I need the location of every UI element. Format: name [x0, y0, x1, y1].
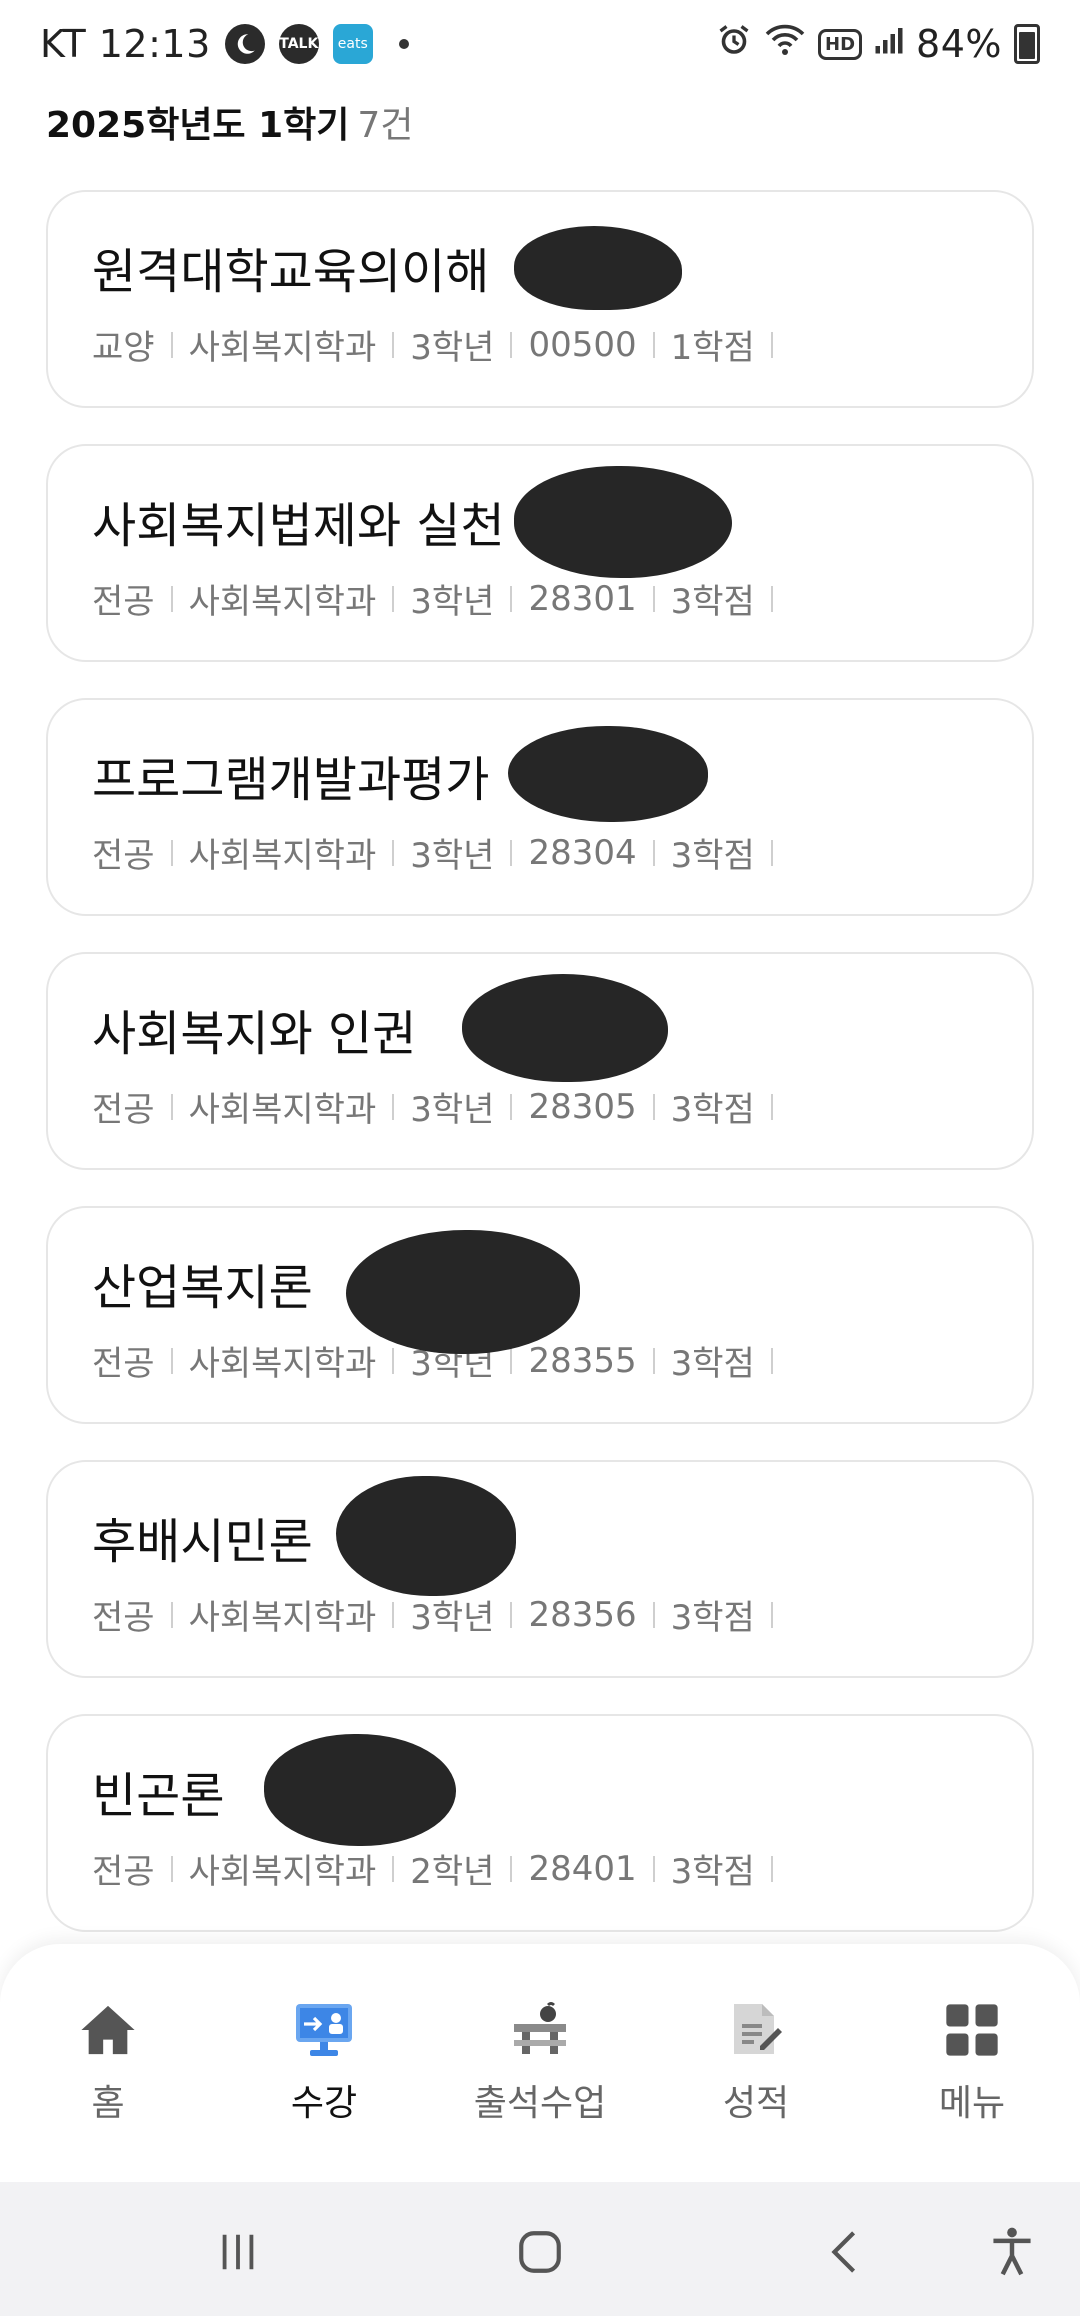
home-button-icon[interactable] [500, 2212, 580, 2292]
course-meta: 교양 사회복지학과 3학년 00500 1학점 [92, 320, 789, 369]
nav-lecture[interactable]: 수강 [224, 1944, 424, 2126]
course-list: 원격대학교육의이해 교양 사회복지학과 3학년 00500 1학점 사회복지법제… [46, 190, 1034, 1968]
course-credits: 3학점 [670, 1852, 755, 1892]
course-code: 28304 [528, 832, 637, 873]
course-year: 3학년 [410, 1090, 495, 1130]
hd-voice-icon: HD [818, 28, 863, 60]
grade-document-icon [726, 2000, 786, 2060]
course-title: 후배시민론 [92, 1514, 313, 1570]
eats-icon: eats [332, 24, 373, 64]
redaction-mark [264, 1734, 456, 1846]
course-card[interactable]: 사회복지와 인권 전공 사회복지학과 3학년 28305 3학점 [46, 952, 1034, 1170]
nav-home-label: 홈 [91, 2083, 125, 2124]
course-meta: 전공 사회복지학과 3학년 28305 3학점 [92, 1082, 789, 1131]
course-card[interactable]: 프로그램개발과평가 전공 사회복지학과 3학년 28304 3학점 [46, 698, 1034, 916]
course-year: 2학년 [410, 1852, 495, 1892]
course-credits: 1학점 [670, 328, 755, 368]
course-dept: 사회복지학과 [188, 1344, 377, 1384]
course-code: 28305 [528, 1086, 637, 1127]
bottom-navigation: 홈 수강 출석수업 성적 메뉴 [0, 1944, 1080, 2182]
wifi-icon [764, 22, 806, 66]
nav-home[interactable]: 홈 [8, 1944, 208, 2126]
course-title: 원격대학교육의이해 [92, 244, 490, 300]
course-card[interactable]: 원격대학교육의이해 교양 사회복지학과 3학년 00500 1학점 [46, 190, 1034, 408]
nav-lecture-label: 수강 [290, 2083, 358, 2124]
course-type: 전공 [92, 836, 155, 876]
course-type: 전공 [92, 1598, 155, 1638]
course-type: 전공 [92, 582, 155, 622]
notification-dot-icon [398, 39, 409, 49]
course-type: 전공 [92, 1852, 155, 1892]
desk-icon [510, 2000, 570, 2060]
redaction-mark [508, 726, 708, 822]
course-title: 프로그램개발과평가 [92, 752, 490, 808]
redaction-mark [514, 466, 732, 578]
course-dept: 사회복지학과 [188, 1598, 377, 1638]
course-credits: 3학점 [670, 836, 755, 876]
course-code: 28356 [528, 1594, 637, 1635]
nav-grades[interactable]: 성적 [656, 1944, 856, 2126]
course-card[interactable]: 후배시민론 전공 사회복지학과 3학년 28356 3학점 [46, 1460, 1034, 1678]
battery-icon [1014, 24, 1040, 64]
course-card[interactable]: 빈곤론 전공 사회복지학과 2학년 28401 3학점 [46, 1714, 1034, 1932]
course-card[interactable]: 산업복지론 전공 사회복지학과 3학년 28355 3학점 [46, 1206, 1034, 1424]
redaction-mark [346, 1230, 580, 1354]
course-code: 28301 [528, 578, 637, 619]
course-dept: 사회복지학과 [188, 1852, 377, 1892]
alarm-icon [716, 22, 752, 66]
course-code: 28355 [528, 1340, 637, 1381]
redaction-mark [514, 226, 682, 310]
course-dept: 사회복지학과 [188, 1090, 377, 1130]
course-dept: 사회복지학과 [188, 328, 377, 368]
course-meta: 전공 사회복지학과 3학년 28356 3학점 [92, 1590, 789, 1639]
course-title: 사회복지법제와 실천 [92, 498, 505, 554]
course-year: 3학년 [410, 836, 495, 876]
course-type: 교양 [92, 328, 155, 368]
course-meta: 전공 사회복지학과 3학년 28301 3학점 [92, 574, 789, 623]
course-title: 빈곤론 [92, 1768, 225, 1824]
lecture-monitor-icon [294, 2000, 354, 2060]
course-year: 3학년 [410, 582, 495, 622]
carrier-time: KT 12:13 [40, 22, 211, 66]
nav-grades-label: 성적 [722, 2083, 790, 2124]
home-icon [78, 2000, 138, 2060]
status-bar: KT 12:13 TALK eats HD 84% [0, 0, 1080, 96]
course-dept: 사회복지학과 [188, 836, 377, 876]
course-title: 산업복지론 [92, 1260, 313, 1316]
moon-icon [224, 24, 265, 64]
semester-title: 2025학년도 1학기 [46, 105, 350, 146]
course-count: 7건 [357, 105, 414, 146]
course-meta: 전공 사회복지학과 3학년 28304 3학점 [92, 828, 789, 877]
recent-apps-icon[interactable] [198, 2212, 278, 2292]
semester-header: 2025학년도 1학기 7건 [46, 96, 413, 148]
course-year: 3학년 [410, 328, 495, 368]
signal-icon [874, 25, 904, 63]
talk-icon: TALK [278, 24, 319, 64]
course-type: 전공 [92, 1344, 155, 1384]
course-credits: 3학점 [670, 1344, 755, 1384]
redaction-mark [336, 1476, 516, 1596]
course-meta: 전공 사회복지학과 2학년 28401 3학점 [92, 1844, 789, 1893]
accessibility-icon[interactable] [972, 2212, 1052, 2292]
nav-attendance[interactable]: 출석수업 [440, 1944, 640, 2126]
course-credits: 3학점 [670, 1090, 755, 1130]
course-dept: 사회복지학과 [188, 582, 377, 622]
course-credits: 3학점 [670, 582, 755, 622]
course-title: 사회복지와 인권 [92, 1006, 417, 1062]
redaction-mark [462, 974, 668, 1082]
course-card[interactable]: 사회복지법제와 실천 전공 사회복지학과 3학년 28301 3학점 [46, 444, 1034, 662]
grid-menu-icon [942, 2000, 1002, 2060]
back-icon[interactable] [804, 2212, 884, 2292]
course-year: 3학년 [410, 1598, 495, 1638]
nav-attendance-label: 출석수업 [473, 2083, 607, 2124]
nav-menu[interactable]: 메뉴 [872, 1944, 1072, 2126]
course-code: 00500 [528, 324, 637, 365]
course-code: 28401 [528, 1848, 637, 1889]
course-credits: 3학점 [670, 1598, 755, 1638]
system-navigation-bar [0, 2182, 1080, 2316]
nav-menu-label: 메뉴 [938, 2083, 1006, 2124]
battery-percent: 84% [916, 22, 1002, 66]
course-type: 전공 [92, 1090, 155, 1130]
